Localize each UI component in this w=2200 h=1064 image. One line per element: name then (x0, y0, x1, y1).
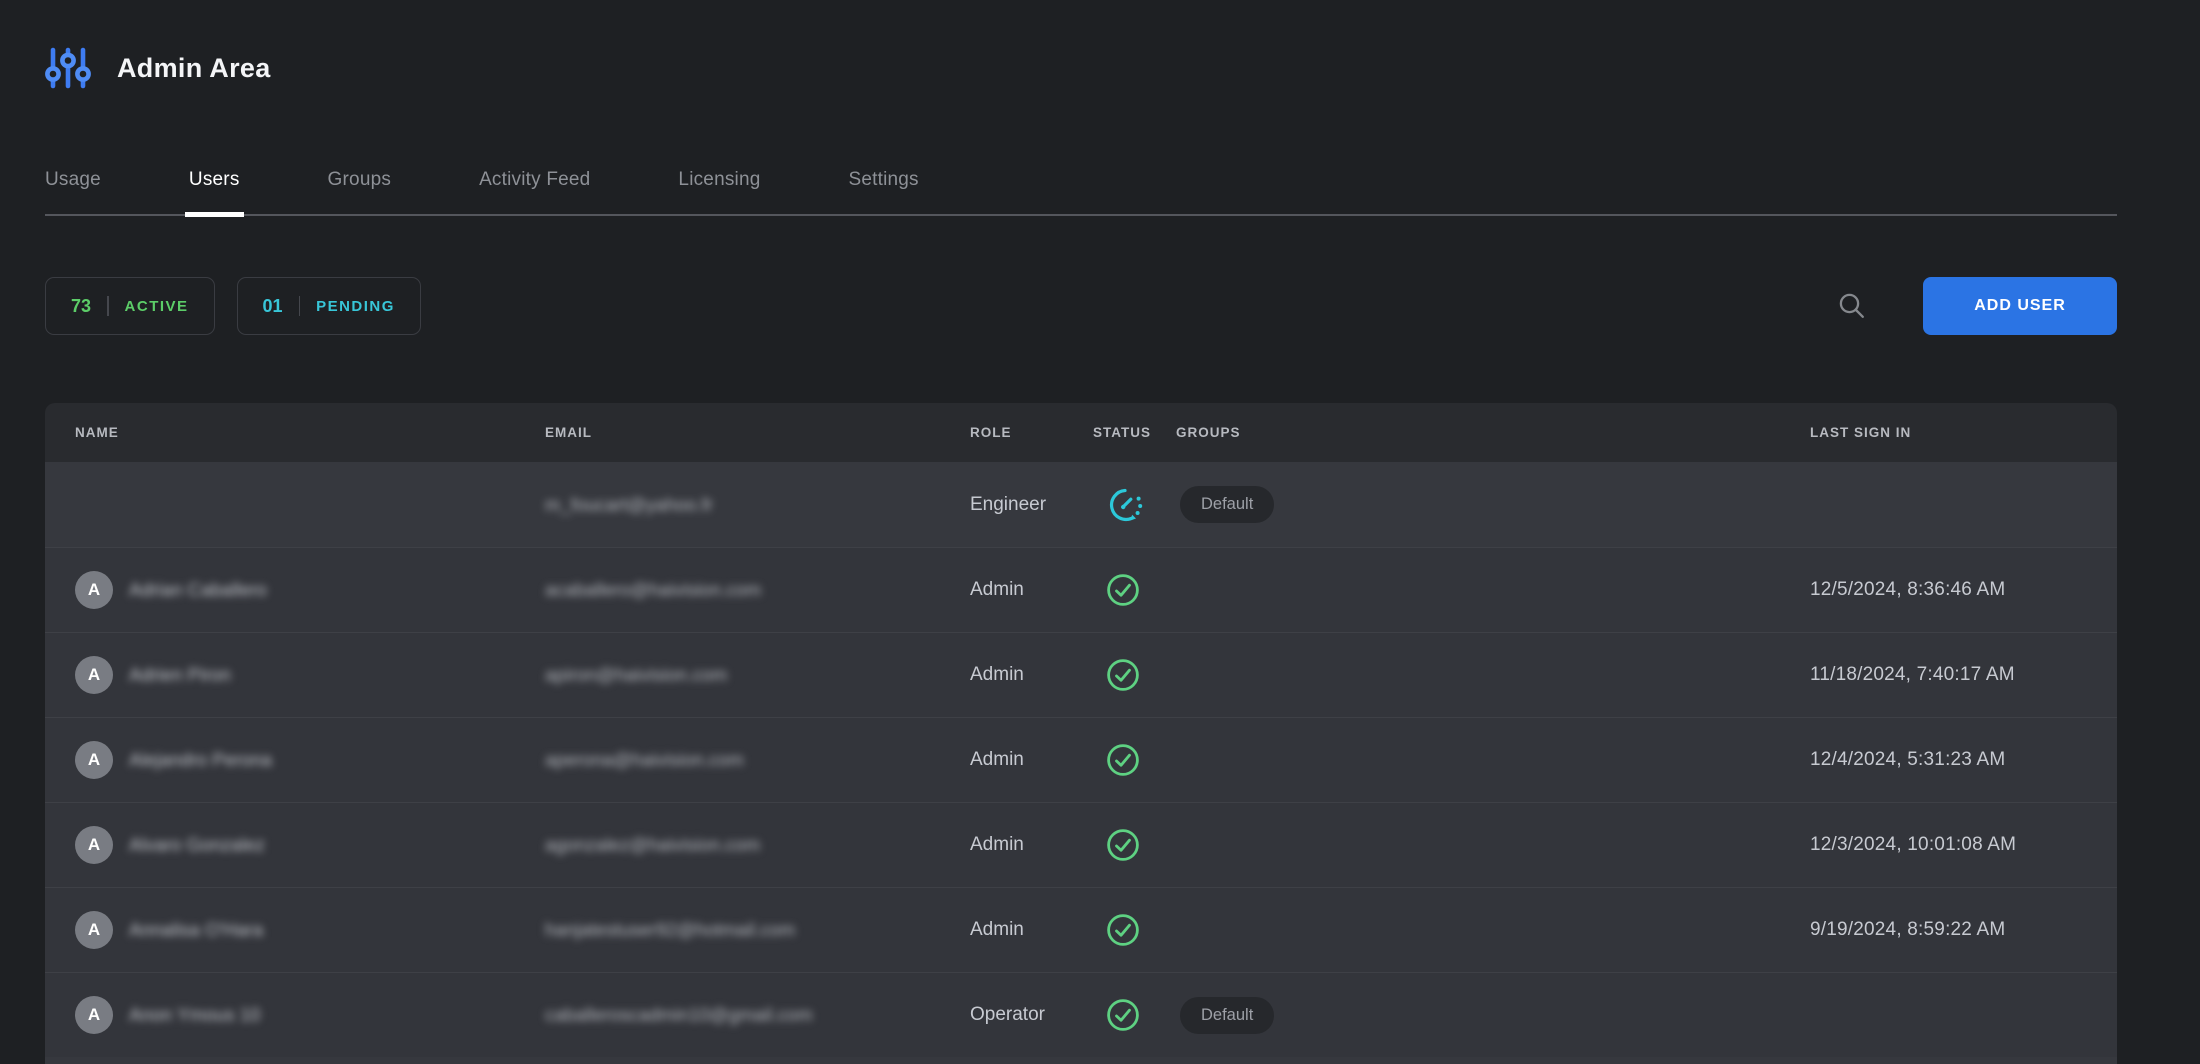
active-status-icon (1105, 657, 1141, 693)
user-email: m_foucart@yahoo.fr (545, 494, 713, 516)
avatar: A (75, 571, 113, 609)
avatar: A (75, 911, 113, 949)
user-role: Operator (970, 1004, 1090, 1026)
tab-settings[interactable]: Settings (849, 169, 919, 214)
active-label: ACTIVE (125, 298, 189, 315)
table-row[interactable]: A Anon Ymous 10 caballeroscadmin10@gmail… (45, 972, 2117, 1057)
groups-cell: Default (1175, 486, 1810, 523)
tab-usage[interactable]: Usage (45, 169, 101, 214)
user-email: agonzalez@haivision.com (545, 834, 760, 856)
active-status-icon (1105, 997, 1141, 1033)
pending-users-counter[interactable]: 01 PENDING (237, 277, 421, 335)
active-status-icon (1105, 912, 1141, 948)
user-email: acaballero@haivision.com (545, 579, 761, 601)
table-row[interactable]: A Adrien Piron apiron@haivision.com Admi… (45, 632, 2117, 717)
table-row[interactable]: A Annalisa O'Hara hanjatestuser92@hotmai… (45, 887, 2117, 972)
avatar: A (75, 656, 113, 694)
user-role: Admin (970, 834, 1090, 856)
tab-groups[interactable]: Groups (328, 169, 392, 214)
last-sign-in: 12/3/2024, 10:01:08 AM (1810, 834, 2117, 856)
user-email: apiron@haivision.com (545, 664, 727, 686)
user-email: hanjatestuser92@hotmail.com (545, 919, 795, 941)
column-header-last-sign-in[interactable]: LAST SIGN IN (1810, 425, 2117, 440)
pending-label: PENDING (316, 298, 395, 315)
avatar: A (75, 996, 113, 1034)
last-sign-in: 12/5/2024, 8:36:46 AM (1810, 579, 2117, 601)
user-name: Adrian Caballero (129, 579, 267, 601)
column-header-email[interactable]: EMAIL (545, 425, 970, 440)
search-icon (1838, 292, 1866, 320)
search-button[interactable] (1837, 291, 1867, 321)
counter-divider (299, 296, 301, 316)
table-row[interactable]: A Alejandro Perona aperona@haivision.com… (45, 717, 2117, 802)
column-header-role[interactable]: ROLE (970, 425, 1090, 440)
sliders-logo-icon (45, 46, 91, 90)
user-email: caballeroscadmin10@gmail.com (545, 1004, 813, 1026)
avatar: A (75, 826, 113, 864)
tab-activity-feed[interactable]: Activity Feed (479, 169, 590, 214)
column-header-status[interactable]: STATUS (1090, 425, 1175, 440)
user-name: Alejandro Perona (129, 749, 272, 771)
user-name: Annalisa O'Hara (129, 919, 263, 941)
user-role: Admin (970, 664, 1090, 686)
user-role: Admin (970, 749, 1090, 771)
toolbar: 73 ACTIVE 01 PENDING ADD USER (45, 276, 2117, 336)
active-count: 73 (71, 296, 91, 317)
user-role: Admin (970, 919, 1090, 941)
user-role: Engineer (970, 494, 1090, 516)
group-badge: Default (1180, 486, 1274, 523)
user-role: Admin (970, 579, 1090, 601)
users-table: NAME EMAIL ROLE STATUS GROUPS LAST SIGN … (45, 403, 2117, 1064)
last-sign-in: 12/4/2024, 5:31:23 AM (1810, 749, 2117, 771)
add-user-button[interactable]: ADD USER (1923, 277, 2117, 335)
active-status-icon (1105, 827, 1141, 863)
table-header: NAME EMAIL ROLE STATUS GROUPS LAST SIGN … (45, 403, 2117, 462)
column-header-groups[interactable]: GROUPS (1175, 425, 1810, 440)
active-status-icon (1105, 572, 1141, 608)
counter-divider (107, 296, 109, 316)
tab-bar: Usage Users Groups Activity Feed Licensi… (45, 169, 2117, 216)
table-row[interactable]: A Alvaro Gonzalez agonzalez@haivision.co… (45, 802, 2117, 887)
tab-licensing[interactable]: Licensing (678, 169, 760, 214)
column-header-name[interactable]: NAME (45, 425, 545, 440)
pending-status-icon (1105, 485, 1145, 525)
table-body: m_foucart@yahoo.fr Engineer Default A Ad… (45, 462, 2117, 1057)
last-sign-in: 11/18/2024, 7:40:17 AM (1810, 664, 2117, 686)
active-users-counter[interactable]: 73 ACTIVE (45, 277, 215, 335)
tab-users[interactable]: Users (189, 169, 240, 214)
app-header: Admin Area (45, 0, 2117, 90)
active-status-icon (1105, 742, 1141, 778)
avatar: A (75, 741, 113, 779)
user-email: aperona@haivision.com (545, 749, 744, 771)
last-sign-in: 9/19/2024, 8:59:22 AM (1810, 919, 2117, 941)
pending-count: 01 (263, 296, 283, 317)
table-row[interactable]: A Adrian Caballero acaballero@haivision.… (45, 547, 2117, 632)
user-name: Alvaro Gonzalez (129, 834, 265, 856)
next-row-partial (45, 1057, 2117, 1064)
group-badge: Default (1180, 997, 1274, 1034)
table-row[interactable]: m_foucart@yahoo.fr Engineer Default (45, 462, 2117, 547)
groups-cell: Default (1175, 997, 1810, 1034)
user-name: Adrien Piron (129, 664, 231, 686)
user-name: Anon Ymous 10 (129, 1004, 260, 1026)
page-title: Admin Area (117, 53, 271, 84)
